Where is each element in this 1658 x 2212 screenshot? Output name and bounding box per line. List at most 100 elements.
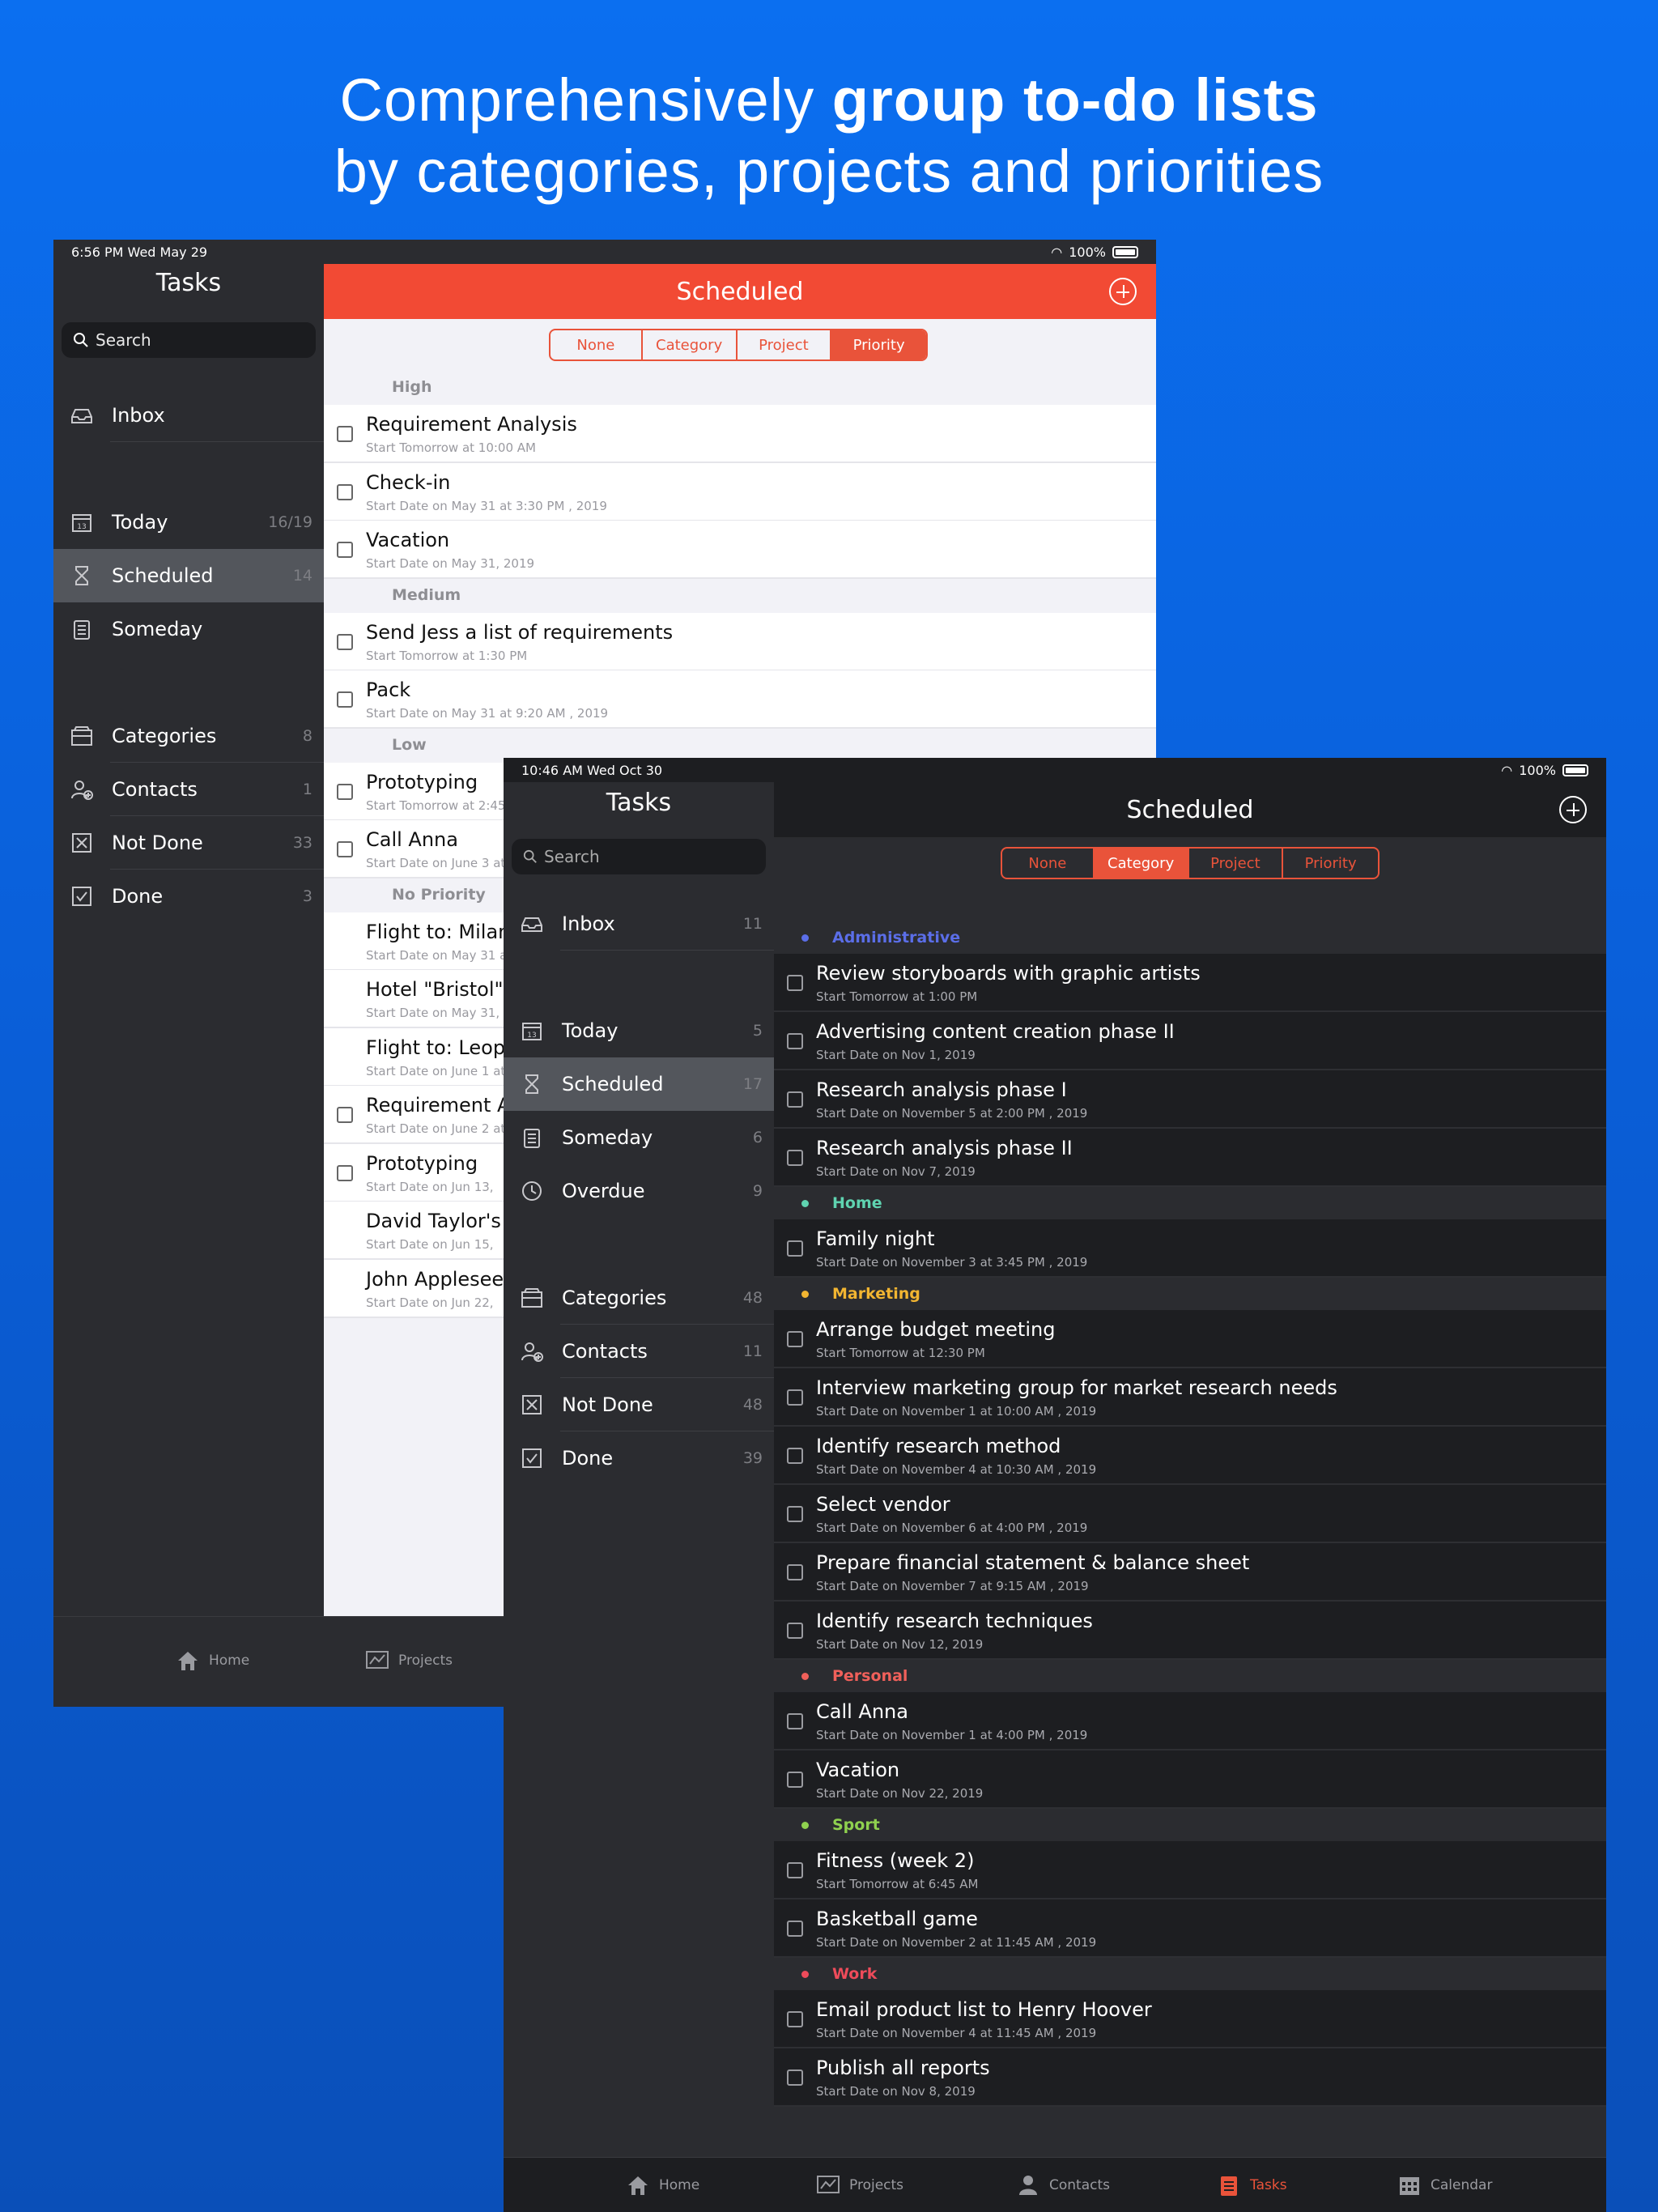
- task-checkbox[interactable]: [787, 2011, 803, 2027]
- task-checkbox[interactable]: [787, 2069, 803, 2086]
- tab-calendar[interactable]: Calendar: [1397, 2172, 1492, 2198]
- sidebar-item-overdue[interactable]: Overdue 9: [504, 1164, 774, 1218]
- task-row[interactable]: Research analysis phase II Start Date on …: [774, 1129, 1606, 1187]
- task-checkbox[interactable]: [337, 633, 353, 650]
- segment-none[interactable]: None: [1002, 849, 1095, 878]
- task-row[interactable]: Family night Start Date on November 3 at …: [774, 1219, 1606, 1278]
- sidebar-item-contacts[interactable]: Contacts 11: [504, 1325, 774, 1378]
- task-row[interactable]: Advertising content creation phase II Sta…: [774, 1012, 1606, 1070]
- task-checkbox[interactable]: [337, 783, 353, 800]
- sidebar-item-label: Categories: [112, 725, 217, 747]
- segment-priority[interactable]: Priority: [1283, 849, 1378, 878]
- task-checkbox[interactable]: [787, 975, 803, 991]
- tab-home[interactable]: Home: [625, 2172, 699, 2198]
- sidebar-item-contacts[interactable]: Contacts 1: [53, 763, 324, 816]
- task-checkbox[interactable]: [337, 841, 353, 857]
- task-checkbox[interactable]: [787, 1564, 803, 1580]
- sidebar-item-today[interactable]: 13 Today 16/19: [53, 496, 324, 549]
- section-header: Low: [324, 728, 1156, 761]
- segment-category[interactable]: Category: [643, 330, 738, 359]
- task-checkbox[interactable]: [787, 1240, 803, 1257]
- task-row[interactable]: Call Anna Start Date on November 1 at 4:0…: [774, 1692, 1606, 1750]
- tab-home[interactable]: Home: [175, 1648, 249, 1674]
- add-icon[interactable]: [1559, 796, 1587, 823]
- task-checkbox[interactable]: [787, 1448, 803, 1464]
- task-row[interactable]: Select vendor Start Date on November 6 at…: [774, 1485, 1606, 1543]
- section-title: Home: [832, 1194, 882, 1212]
- task-checkbox[interactable]: [787, 1713, 803, 1729]
- task-checkbox[interactable]: [337, 1164, 353, 1181]
- sidebar-item-done[interactable]: Done 3: [53, 870, 324, 923]
- segment-priority[interactable]: Priority: [831, 330, 926, 359]
- add-icon[interactable]: [1109, 278, 1137, 305]
- task-row[interactable]: Vacation Start Date on Nov 22, 2019: [774, 1750, 1606, 1809]
- scheduled-icon: [70, 564, 94, 588]
- task-row[interactable]: Identify research method Start Date on No…: [774, 1427, 1606, 1485]
- segment-project[interactable]: Project: [1189, 849, 1284, 878]
- task-row[interactable]: Vacation Start Date on May 31, 2019: [324, 521, 1156, 579]
- row-divider: [774, 2105, 1606, 2107]
- task-row[interactable]: Pack Start Date on May 31 at 9:20 AM , 20…: [324, 670, 1156, 729]
- search-field[interactable]: Search: [512, 839, 766, 874]
- task-checkbox[interactable]: [337, 691, 353, 708]
- task-checkbox[interactable]: [337, 542, 353, 558]
- task-title: John Appleseed: [366, 1267, 517, 1291]
- page-title: Scheduled: [1126, 795, 1254, 824]
- sidebar-item-not-done[interactable]: Not Done 48: [504, 1378, 774, 1431]
- task-checkbox[interactable]: [787, 1506, 803, 1522]
- task-checkbox[interactable]: [337, 483, 353, 500]
- task-row[interactable]: Email product list to Henry Hoover Start …: [774, 1990, 1606, 2048]
- tab-contacts[interactable]: Contacts: [1015, 2172, 1110, 2198]
- task-checkbox[interactable]: [787, 1921, 803, 1937]
- task-checkbox[interactable]: [787, 1091, 803, 1108]
- task-row[interactable]: Prepare financial statement & balance sh…: [774, 1543, 1606, 1602]
- sidebar-item-scheduled[interactable]: Scheduled 17: [504, 1057, 774, 1111]
- section-header: Marketing: [774, 1278, 1606, 1310]
- task-row[interactable]: Requirement Analysis Start Tomorrow at 10…: [324, 405, 1156, 463]
- tab-tasks[interactable]: Tasks: [1216, 2172, 1287, 2198]
- section-header: Work: [774, 1958, 1606, 1990]
- sidebar-item-done[interactable]: Done 39: [504, 1431, 774, 1485]
- task-row[interactable]: Send Jess a list of requirements Start To…: [324, 612, 1156, 671]
- task-checkbox[interactable]: [787, 1331, 803, 1347]
- task-row[interactable]: Check-in Start Date on May 31 at 3:30 PM …: [324, 462, 1156, 521]
- task-checkbox[interactable]: [787, 1862, 803, 1878]
- task-row[interactable]: Arrange budget meeting Start Tomorrow at …: [774, 1310, 1606, 1368]
- task-title: Publish all reports: [816, 2057, 990, 2079]
- task-start-date: Start Date on June 3 at: [366, 856, 506, 870]
- segment-category[interactable]: Category: [1094, 849, 1189, 878]
- task-row[interactable]: Basketball game Start Date on November 2 …: [774, 1899, 1606, 1958]
- sidebar-item-label: Categories: [562, 1287, 667, 1309]
- task-row[interactable]: Interview marketing group for market res…: [774, 1368, 1606, 1427]
- sidebar-item-someday[interactable]: Someday: [53, 602, 324, 656]
- category-dot: [801, 1822, 809, 1829]
- task-checkbox[interactable]: [787, 1623, 803, 1639]
- task-checkbox[interactable]: [337, 1107, 353, 1123]
- task-row[interactable]: Fitness (week 2) Start Tomorrow at 6:45 A…: [774, 1841, 1606, 1899]
- tab-projects[interactable]: Projects: [364, 1648, 453, 1674]
- headline-text: Comprehensively: [339, 66, 832, 134]
- sidebar-item-inbox[interactable]: Inbox: [53, 389, 324, 442]
- task-row[interactable]: Review storyboards with graphic artists S…: [774, 954, 1606, 1012]
- sidebar-item-someday[interactable]: Someday 6: [504, 1111, 774, 1164]
- task-row[interactable]: Publish all reports Start Date on Nov 8, …: [774, 2048, 1606, 2107]
- task-checkbox[interactable]: [787, 1150, 803, 1166]
- segment-none[interactable]: None: [551, 330, 643, 359]
- tab-projects[interactable]: Projects: [815, 2172, 903, 2198]
- divider: [560, 950, 774, 951]
- task-row[interactable]: Research analysis phase I Start Date on N…: [774, 1070, 1606, 1129]
- task-row[interactable]: Identify research techniques Start Date o…: [774, 1602, 1606, 1660]
- sidebar-item-not-done[interactable]: Not Done 33: [53, 816, 324, 870]
- sidebar-item-categories[interactable]: Categories 8: [53, 709, 324, 763]
- task-checkbox[interactable]: [787, 1772, 803, 1788]
- segment-project[interactable]: Project: [738, 330, 832, 359]
- search-field[interactable]: Search: [62, 322, 316, 358]
- calendar-icon: [1400, 2177, 1419, 2195]
- sidebar-item-scheduled[interactable]: Scheduled 14: [53, 549, 324, 602]
- task-checkbox[interactable]: [787, 1389, 803, 1406]
- sidebar-item-categories[interactable]: Categories 48: [504, 1271, 774, 1325]
- task-checkbox[interactable]: [337, 426, 353, 442]
- sidebar-item-today[interactable]: 13 Today 5: [504, 1004, 774, 1057]
- task-checkbox[interactable]: [787, 1033, 803, 1049]
- sidebar-item-inbox[interactable]: Inbox 11: [504, 897, 774, 951]
